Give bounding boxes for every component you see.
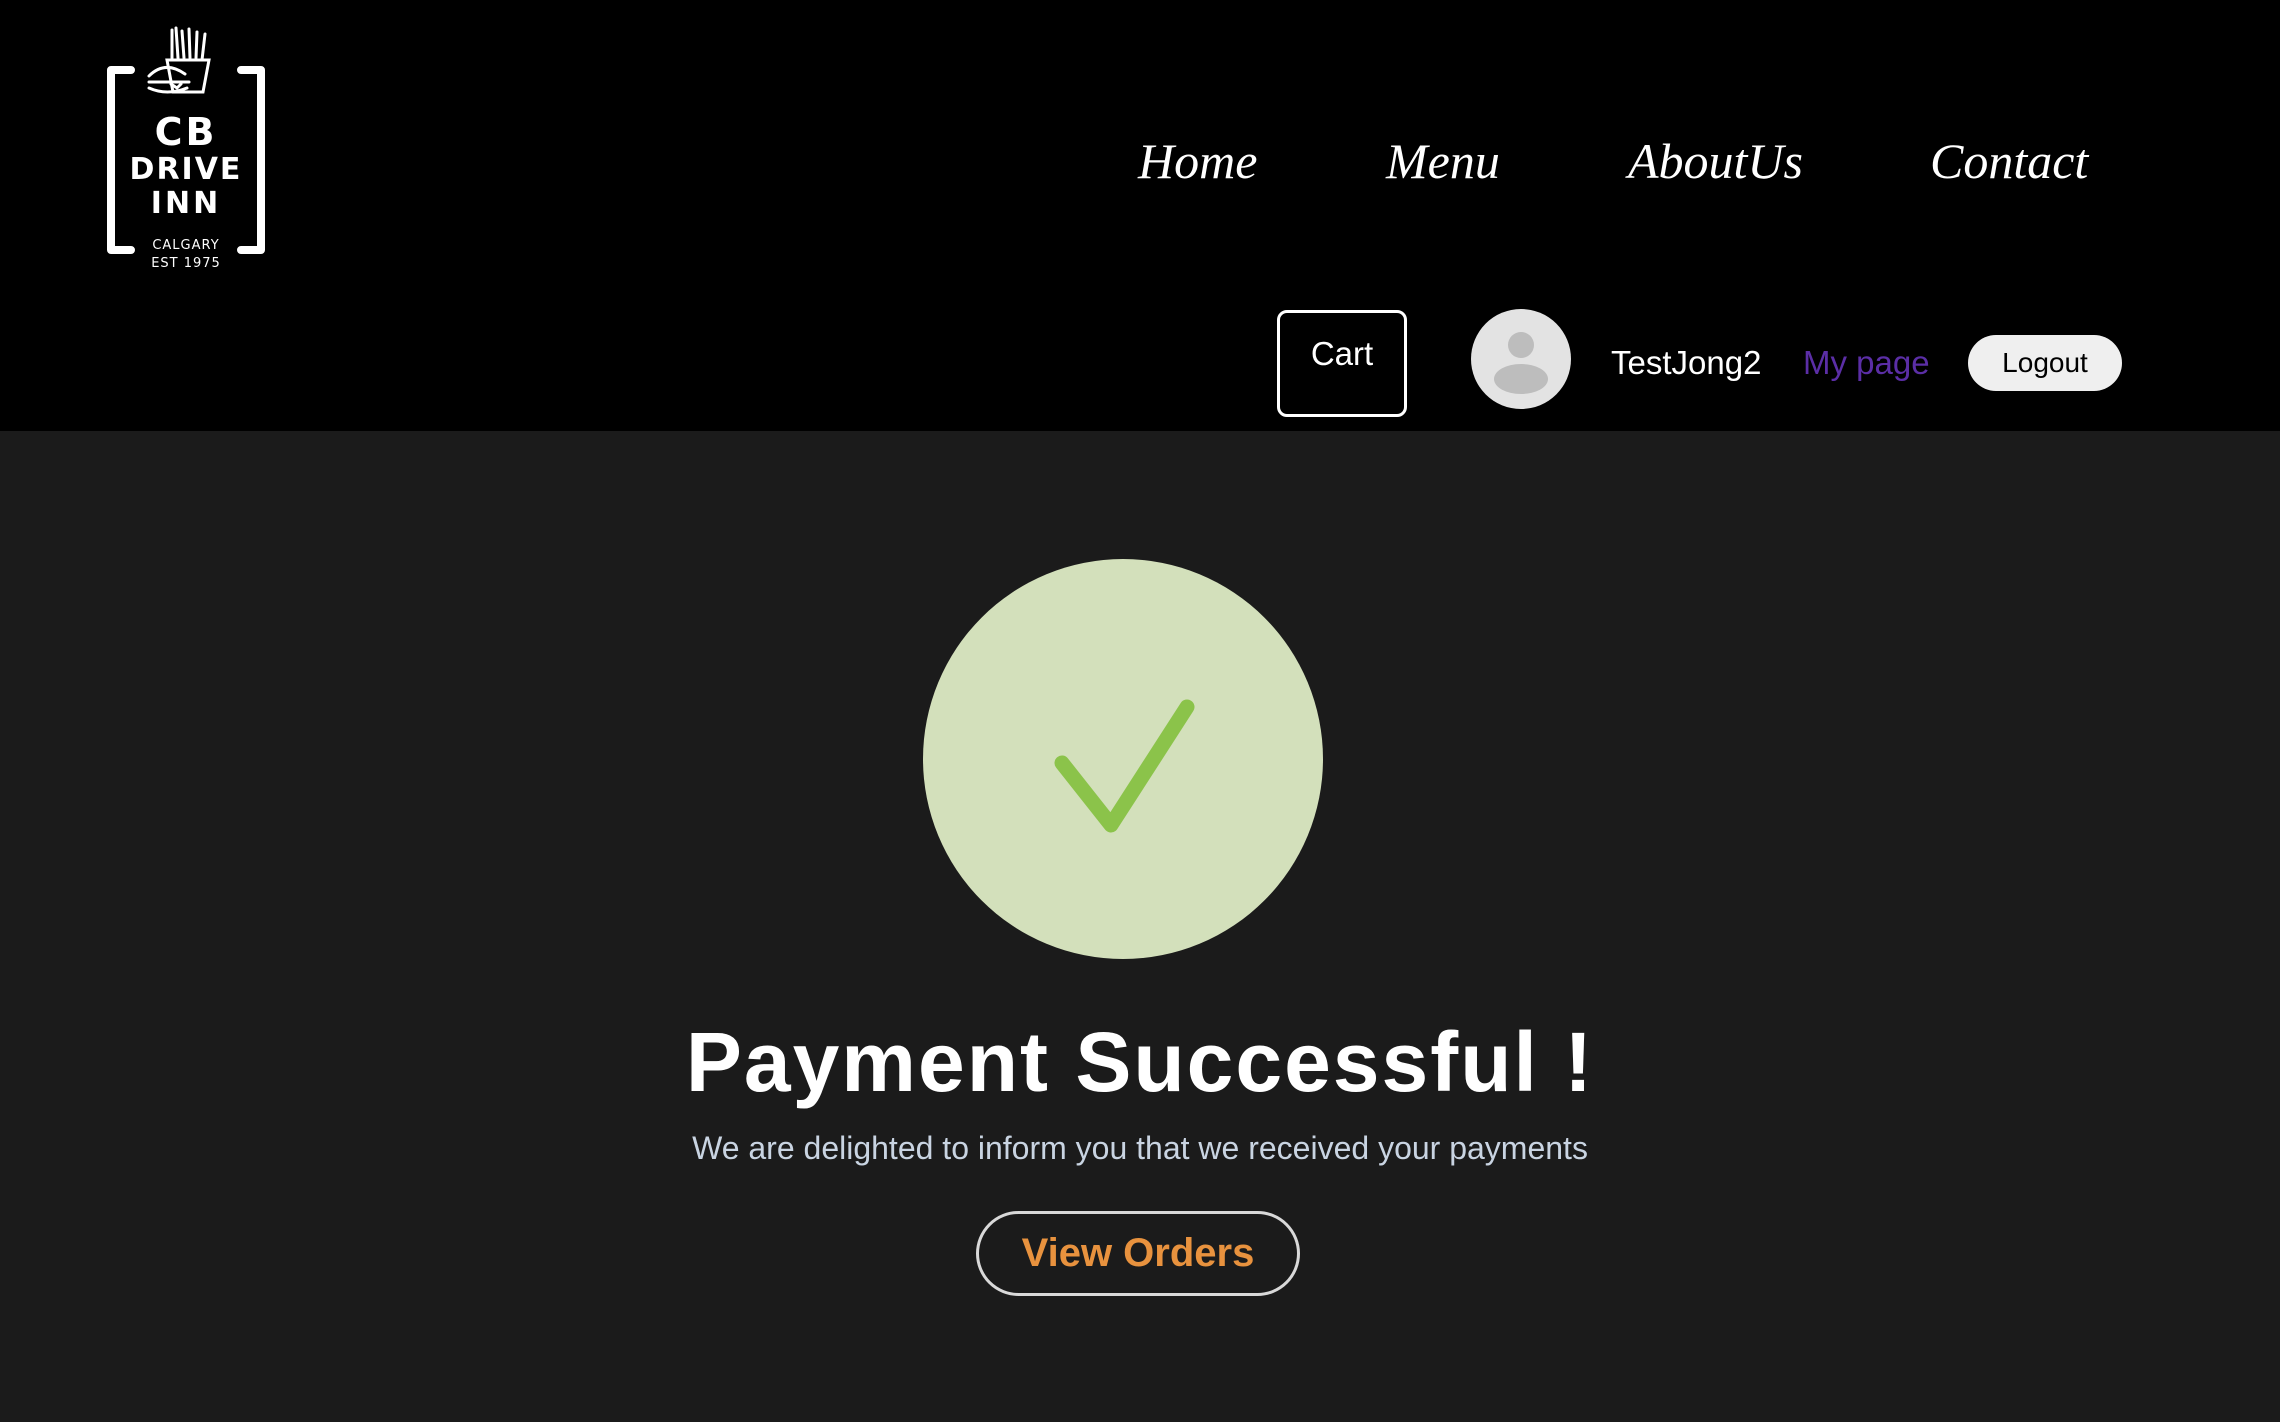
site-header: CB DRIVE INN CALGARY EST 1975 Home Menu … — [0, 0, 2280, 431]
checkmark-icon — [1054, 699, 1195, 833]
username: TestJong2 — [1611, 344, 1762, 381]
logo-established: EST 1975 — [151, 256, 221, 271]
avatar-silhouette — [1494, 332, 1548, 394]
nav-home[interactable]: Home — [1138, 128, 1257, 194]
logout-button[interactable]: Logout — [1968, 335, 2122, 391]
nav-about-us[interactable]: AboutUs — [1628, 128, 1803, 194]
logo-line-cb: CB — [154, 110, 218, 154]
nav-menu[interactable]: Menu — [1386, 128, 1500, 194]
nav-contact[interactable]: Contact — [1930, 128, 2088, 194]
logo-line-inn: INN — [150, 186, 222, 221]
my-page-link[interactable]: My page — [1803, 343, 1930, 383]
success-badge — [923, 559, 1323, 959]
logo[interactable]: CB DRIVE INN CALGARY EST 1975 — [105, 26, 267, 276]
cart-button[interactable]: Cart — [1277, 310, 1407, 417]
user-avatar-icon[interactable] — [1471, 309, 1571, 409]
view-orders-button[interactable]: View Orders — [976, 1211, 1300, 1296]
logo-line-drive: DRIVE — [129, 152, 243, 187]
logo-city: CALGARY — [152, 238, 220, 253]
burger-fries-icon — [147, 26, 211, 94]
page-title: Payment Successful ! — [685, 1015, 1595, 1109]
success-message: We are delighted to inform you that we r… — [692, 1130, 1588, 1166]
